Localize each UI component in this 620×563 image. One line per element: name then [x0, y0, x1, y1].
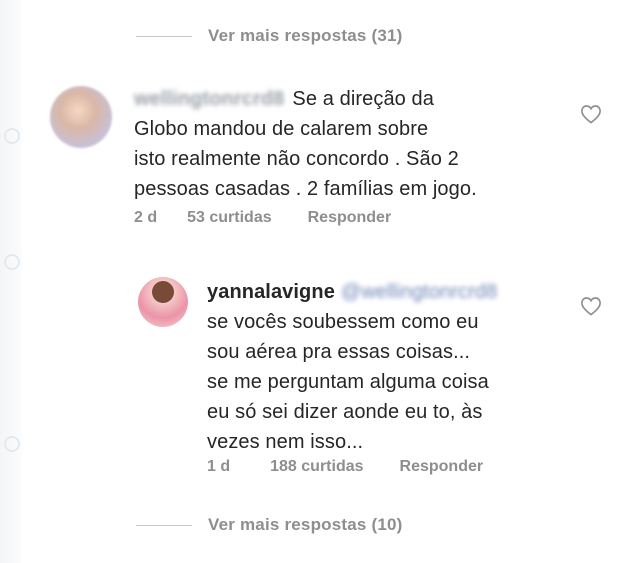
view-more-replies-top[interactable]: Ver mais respostas (31)	[136, 26, 403, 46]
reply-button[interactable]: Responder	[308, 209, 392, 227]
comment-meta: 2 d 53 curtidas Responder	[134, 209, 391, 227]
reply-button[interactable]: Responder	[400, 458, 484, 476]
left-panel-edge	[0, 0, 22, 563]
comment-line: wellingtonrcrd8 Se a direção da	[134, 84, 554, 114]
heart-outline-icon[interactable]	[580, 104, 602, 124]
comment-line: Globo mandou de calarem sobre	[134, 118, 429, 140]
edge-icon	[4, 254, 20, 270]
reply-meta: 1 d 188 curtidas Responder	[207, 458, 483, 476]
comment-username[interactable]: wellingtonrcrd8	[134, 84, 284, 114]
comment-likes-count[interactable]: 53 curtidas	[187, 209, 271, 227]
reply-username[interactable]: yannalavigne	[207, 281, 335, 303]
avatar[interactable]	[138, 277, 188, 327]
mention-link[interactable]: @wellingtonrcrd8	[341, 277, 497, 307]
edge-icon	[4, 436, 20, 452]
comment-line: pessoas casadas . 2 famílias em jogo.	[134, 178, 477, 200]
edge-icon	[4, 128, 20, 144]
reply-line: vezes nem isso...	[207, 431, 364, 453]
comment-text-segment: Se a direção da	[292, 88, 435, 110]
reply-line: yannalavigne @wellingtonrcrd8	[207, 277, 567, 307]
avatar[interactable]	[50, 86, 112, 148]
reply-likes-count[interactable]: 188 curtidas	[270, 458, 363, 476]
view-more-replies-label: Ver mais respostas (10)	[208, 515, 403, 534]
reply-line: se me perguntam alguma coisa	[207, 371, 489, 393]
view-more-replies-label: Ver mais respostas (31)	[208, 26, 403, 45]
reply-line: sou aérea pra essas coisas...	[207, 341, 471, 363]
reply-line: se vocês soubessem como eu	[207, 311, 479, 333]
divider-line	[136, 524, 192, 526]
heart-outline-icon[interactable]	[580, 296, 602, 316]
divider-line	[136, 35, 192, 37]
view-more-replies-bottom[interactable]: Ver mais respostas (10)	[136, 515, 403, 535]
comment-timestamp: 2 d	[134, 209, 158, 226]
reply-body: yannalavigne @wellingtonrcrd8 se vocês so…	[207, 277, 567, 457]
reply-timestamp: 1 d	[207, 458, 231, 475]
comment-body: wellingtonrcrd8 Se a direção da Globo man…	[134, 84, 554, 204]
comment-line: isto realmente não concordo . São 2	[134, 148, 459, 170]
reply-line: eu só sei dizer aonde eu to, às	[207, 401, 483, 423]
